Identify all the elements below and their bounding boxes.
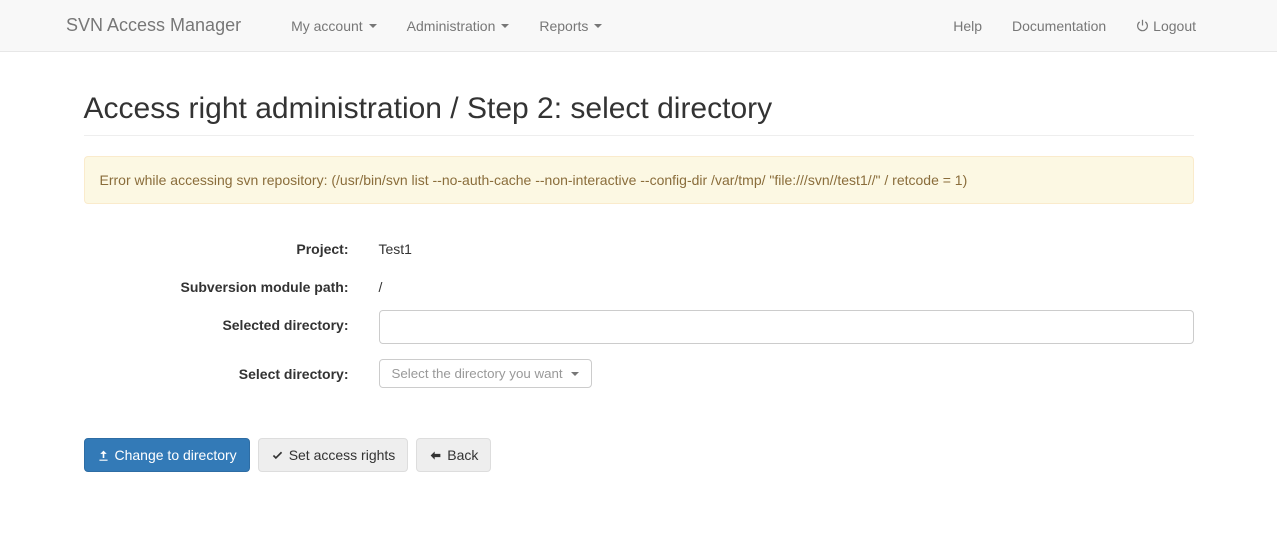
row-select-directory: Select directory: Select the directory y… bbox=[84, 359, 1194, 388]
label-module-path: Subversion module path: bbox=[84, 272, 364, 295]
page-header: Access right administration / Step 2: se… bbox=[84, 92, 1194, 136]
nav-documentation[interactable]: Documentation bbox=[997, 3, 1121, 49]
nav-logout[interactable]: Logout bbox=[1121, 3, 1211, 49]
nav-left: My account Administration Reports bbox=[276, 3, 617, 49]
row-project: Project: Test1 bbox=[84, 234, 1194, 257]
caret-icon bbox=[571, 372, 579, 376]
brand-link[interactable]: SVN Access Manager bbox=[66, 0, 256, 51]
label-select-directory: Select directory: bbox=[84, 359, 364, 382]
caret-icon bbox=[501, 24, 509, 28]
main-container: Access right administration / Step 2: se… bbox=[69, 92, 1209, 472]
value-module-path: / bbox=[364, 272, 383, 295]
select-directory-dropdown[interactable]: Select the directory you want bbox=[379, 359, 592, 388]
row-module-path: Subversion module path: / bbox=[84, 272, 1194, 295]
caret-icon bbox=[369, 24, 377, 28]
form: Project: Test1 Subversion module path: /… bbox=[84, 234, 1194, 388]
nav-administration[interactable]: Administration bbox=[392, 3, 525, 49]
nav-my-account[interactable]: My account bbox=[276, 3, 392, 49]
nav-logout-label: Logout bbox=[1153, 18, 1196, 34]
navbar: SVN Access Manager My account Administra… bbox=[0, 0, 1277, 52]
value-project: Test1 bbox=[364, 234, 412, 257]
selected-directory-input[interactable] bbox=[379, 310, 1194, 344]
nav-administration-label: Administration bbox=[407, 18, 496, 34]
nav-right: Help Documentation Logout bbox=[938, 3, 1211, 49]
alert-error: Error while accessing svn repository: (/… bbox=[84, 156, 1194, 204]
nav-reports-label: Reports bbox=[539, 18, 588, 34]
power-icon bbox=[1136, 19, 1149, 32]
label-project: Project: bbox=[84, 234, 364, 257]
arrow-left-icon bbox=[429, 449, 442, 462]
set-access-rights-button[interactable]: Set access rights bbox=[258, 438, 409, 472]
caret-icon bbox=[594, 24, 602, 28]
button-row: Change to directory Set access rights Ba… bbox=[84, 438, 1194, 472]
select-directory-placeholder: Select the directory you want bbox=[392, 366, 563, 381]
back-label: Back bbox=[447, 445, 478, 465]
nav-my-account-label: My account bbox=[291, 18, 363, 34]
back-button[interactable]: Back bbox=[416, 438, 491, 472]
check-icon bbox=[271, 449, 284, 462]
upload-icon bbox=[97, 449, 110, 462]
nav-help[interactable]: Help bbox=[938, 3, 997, 49]
label-selected-directory: Selected directory: bbox=[84, 310, 364, 333]
nav-reports[interactable]: Reports bbox=[524, 3, 617, 49]
row-selected-directory: Selected directory: bbox=[84, 310, 1194, 344]
change-to-directory-button[interactable]: Change to directory bbox=[84, 438, 250, 472]
page-title: Access right administration / Step 2: se… bbox=[84, 92, 1194, 126]
change-button-label: Change to directory bbox=[115, 445, 237, 465]
set-rights-label: Set access rights bbox=[289, 445, 396, 465]
